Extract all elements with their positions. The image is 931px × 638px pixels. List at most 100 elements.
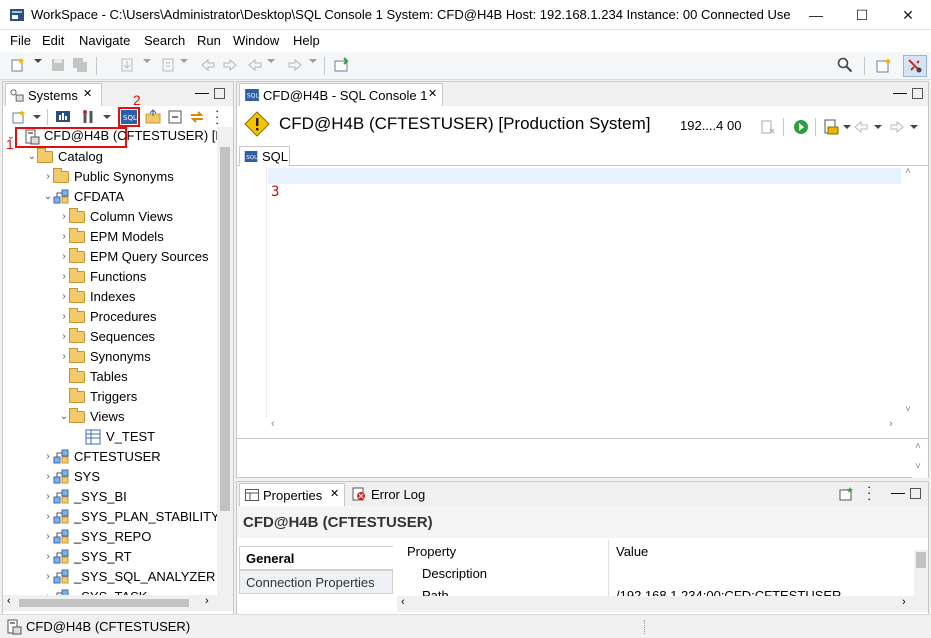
tree-item[interactable]: › Functions xyxy=(3,267,217,287)
table-row[interactable]: Path /192.168.1.234:00:CFD:CFTESTUSER xyxy=(397,584,917,596)
tree-item[interactable]: Triggers xyxy=(3,387,217,407)
chevron-right-icon[interactable]: › xyxy=(43,567,53,587)
menu-run[interactable]: Run xyxy=(197,33,221,48)
properties-vertical-scrollbar[interactable] xyxy=(914,550,928,596)
import-dropdown-icon[interactable] xyxy=(143,59,151,63)
perspectives-icon[interactable] xyxy=(876,57,892,73)
save-all-icon[interactable] xyxy=(72,57,88,73)
import-icon[interactable] xyxy=(119,57,135,73)
sql-perspective-button[interactable] xyxy=(903,55,927,77)
scroll-left-icon[interactable]: ‹ xyxy=(7,595,11,607)
disconnect-icon[interactable] xyxy=(760,119,776,135)
side-tab-general[interactable]: General xyxy=(239,546,393,570)
administration-icon[interactable] xyxy=(55,109,71,125)
tree-item[interactable]: V_TEST xyxy=(3,427,217,447)
execute-icon[interactable] xyxy=(793,119,809,135)
forward-icon[interactable] xyxy=(889,119,905,135)
menu-file[interactable]: File xyxy=(10,33,31,48)
debug-icon[interactable] xyxy=(160,57,176,73)
chevron-right-icon[interactable]: › xyxy=(59,307,69,327)
chevron-right-icon[interactable]: › xyxy=(43,507,53,527)
tab-sql[interactable]: SQL SQL xyxy=(239,146,290,166)
tree-item[interactable]: › Synonyms xyxy=(3,347,217,367)
systems-horizontal-scrollbar[interactable]: ‹ › xyxy=(3,595,233,611)
save-icon[interactable] xyxy=(50,57,66,73)
add-system-icon[interactable] xyxy=(11,109,27,125)
sql-editor-textarea[interactable]: 3 ˄ ˅ ‹ › xyxy=(237,166,928,434)
link-with-editor-icon[interactable] xyxy=(189,109,205,125)
tree-item[interactable]: › _SYS_SQL_ANALYZER xyxy=(3,567,217,587)
tree-item[interactable]: ⌄ Views xyxy=(3,407,217,427)
minimize-view-icon[interactable]: — xyxy=(893,84,907,100)
tools-dropdown-icon[interactable] xyxy=(103,115,111,119)
chevron-right-icon[interactable]: › xyxy=(59,207,69,227)
debug-dropdown-icon[interactable] xyxy=(180,59,188,63)
scroll-right-icon[interactable]: › xyxy=(902,596,906,608)
scroll-down-icon[interactable]: ˅ xyxy=(915,461,921,472)
tab-sql-console[interactable]: SQL CFD@H4B - SQL Console 1 ✕ xyxy=(239,83,443,106)
scroll-down-icon[interactable]: ˅ xyxy=(905,404,911,415)
tree-item[interactable]: › _SYS_REPO xyxy=(3,527,217,547)
chevron-right-icon[interactable]: › xyxy=(43,487,53,507)
tree-item[interactable]: › EPM Models xyxy=(3,227,217,247)
tree-item[interactable]: ⌄ CFDATA xyxy=(3,187,217,207)
view-menu-icon[interactable]: · · · xyxy=(867,480,873,505)
view-menu-icon[interactable]: · · · xyxy=(215,104,221,129)
tree-item[interactable]: › Procedures xyxy=(3,307,217,327)
tree-item[interactable]: › Indexes xyxy=(3,287,217,307)
scrollbar-thumb[interactable] xyxy=(19,599,189,607)
close-icon[interactable]: ✕ xyxy=(83,87,92,100)
minimize-button[interactable]: — xyxy=(793,0,839,30)
chevron-right-icon[interactable]: › xyxy=(43,167,53,187)
search-icon[interactable] xyxy=(837,57,853,73)
tree-item[interactable]: › _SYS_RT xyxy=(3,547,217,567)
scroll-up-icon[interactable]: ˄ xyxy=(905,166,911,177)
maximize-view-icon[interactable] xyxy=(910,488,921,499)
maximize-view-icon[interactable] xyxy=(214,88,225,99)
minimize-view-icon[interactable]: — xyxy=(195,84,209,100)
menu-window[interactable]: Window xyxy=(233,33,279,48)
pin-icon[interactable] xyxy=(839,487,855,501)
scroll-left-icon[interactable]: ‹ xyxy=(271,418,275,430)
menu-help[interactable]: Help xyxy=(293,33,320,48)
tab-properties[interactable]: Properties ✕ xyxy=(239,483,345,506)
menu-edit[interactable]: Edit xyxy=(42,33,64,48)
tree-item[interactable]: › _SYS_TASK xyxy=(3,587,217,595)
chevron-right-icon[interactable]: › xyxy=(59,267,69,287)
tree-item[interactable]: Tables xyxy=(3,367,217,387)
chevron-right-icon[interactable]: › xyxy=(59,227,69,247)
collapse-all-icon[interactable] xyxy=(167,109,183,125)
lower-scrollbar[interactable]: ˄ ˅ xyxy=(912,439,928,478)
open-sql-console-button[interactable]: SQL xyxy=(118,107,140,127)
back-icon[interactable] xyxy=(247,57,263,73)
chevron-down-icon[interactable]: ⌄ xyxy=(43,187,53,207)
tree-item[interactable]: › Sequences xyxy=(3,327,217,347)
chevron-right-icon[interactable]: › xyxy=(43,467,53,487)
add-system-dropdown-icon[interactable] xyxy=(33,115,41,119)
tree-item[interactable]: ⌄ Catalog xyxy=(3,147,217,167)
tab-error-log[interactable]: Error Log xyxy=(349,483,433,506)
tree-item[interactable]: › SYS xyxy=(3,467,217,487)
chevron-right-icon[interactable]: › xyxy=(43,587,53,595)
tree-root-row[interactable]: ⌄ CFD@H4B (CFTESTUSER) [Pro xyxy=(3,127,217,148)
prev-edit-icon[interactable] xyxy=(200,57,216,73)
chevron-right-icon[interactable]: › xyxy=(59,327,69,347)
new-wizard-icon[interactable] xyxy=(10,57,26,73)
scrollbar-thumb[interactable] xyxy=(220,147,230,511)
open-folder-icon[interactable] xyxy=(145,109,161,125)
chevron-right-icon[interactable]: › xyxy=(43,527,53,547)
explain-dropdown-icon[interactable] xyxy=(843,125,851,129)
back-dropdown-icon[interactable] xyxy=(874,125,882,129)
properties-horizontal-scrollbar[interactable]: ‹ › xyxy=(397,596,928,612)
open-perspective-icon[interactable] xyxy=(333,57,349,73)
scrollbar-thumb[interactable] xyxy=(916,552,926,568)
scroll-right-icon[interactable]: › xyxy=(205,595,209,607)
explain-plan-icon[interactable] xyxy=(823,119,839,135)
new-dropdown-icon[interactable] xyxy=(34,59,42,63)
chevron-down-icon[interactable]: ⌄ xyxy=(59,407,69,427)
menu-navigate[interactable]: Navigate xyxy=(79,33,130,48)
editor-vertical-scrollbar[interactable]: ˄ ˅ xyxy=(902,166,918,418)
scroll-right-icon[interactable]: › xyxy=(889,418,893,430)
chevron-right-icon[interactable]: › xyxy=(59,247,69,267)
tree-item[interactable]: › EPM Query Sources xyxy=(3,247,217,267)
